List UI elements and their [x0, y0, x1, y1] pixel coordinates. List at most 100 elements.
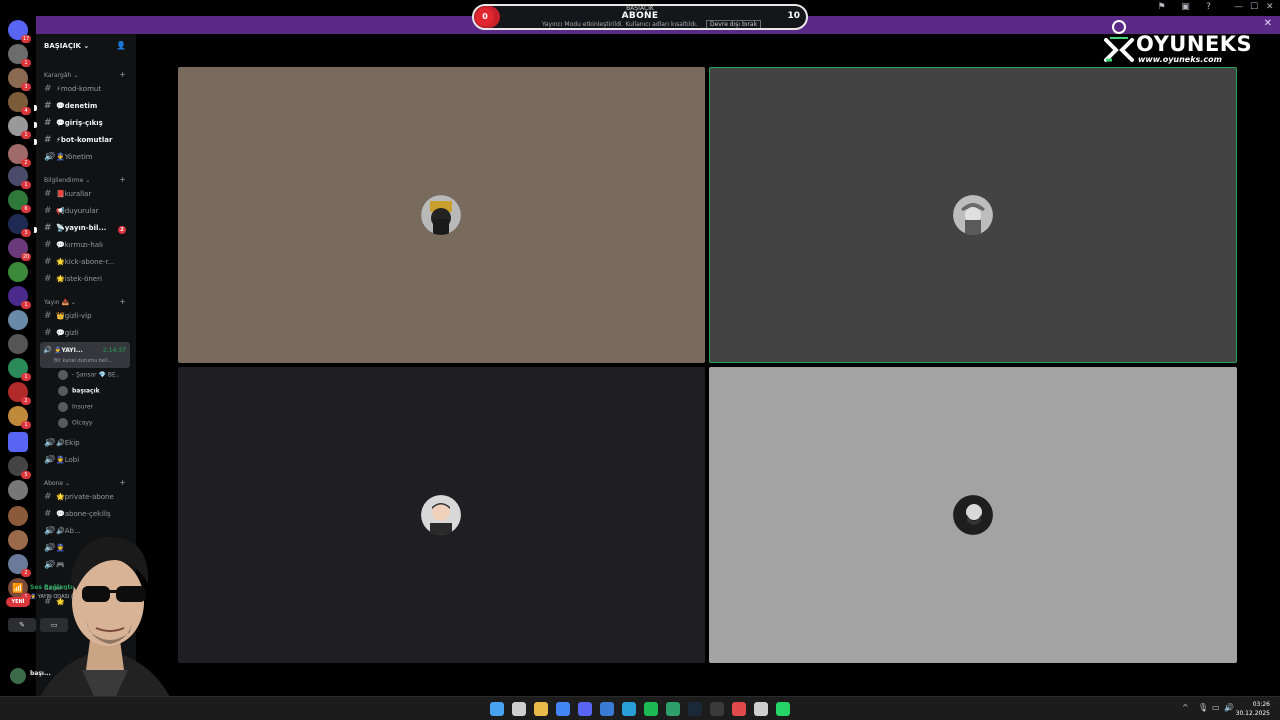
- server-title[interactable]: BAŞIAÇIK ⌄: [44, 42, 89, 50]
- category-abone[interactable]: Abone ⌄: [44, 480, 70, 487]
- app2-icon[interactable]: [666, 702, 680, 716]
- voice-user[interactable]: başıaçık: [58, 386, 100, 400]
- files-icon[interactable]: [534, 702, 548, 716]
- volume-icon[interactable]: 🔊: [1224, 703, 1234, 712]
- whatsapp-icon[interactable]: [776, 702, 790, 716]
- search-icon[interactable]: [512, 702, 526, 716]
- close-window-button[interactable]: ✕: [1266, 2, 1274, 12]
- server-icon[interactable]: 1: [8, 116, 31, 139]
- channel-item[interactable]: # 🌟kick-abone-r...: [44, 257, 132, 271]
- channel-item[interactable]: # ⚡bot-komutlar: [44, 135, 132, 149]
- text-channel-icon: #: [44, 509, 52, 519]
- windows-icon[interactable]: [490, 702, 504, 716]
- server-icon[interactable]: [8, 334, 28, 354]
- server-icon[interactable]: 6: [8, 190, 31, 213]
- channel-item[interactable]: # 📡yayın-bil... 2: [44, 223, 132, 237]
- streamer-caricature: [20, 520, 190, 720]
- disable-streamer-button[interactable]: Devre dışı bırak: [706, 20, 762, 28]
- microphone-icon[interactable]: 🎙: [1198, 703, 1208, 712]
- channel-item[interactable]: 🔊👮Lobi: [44, 455, 132, 469]
- category-bilgilendirme[interactable]: Bilgilendirme ⌄: [44, 177, 90, 184]
- server-icon[interactable]: 1: [8, 358, 31, 381]
- video-tile[interactable]: [709, 367, 1237, 663]
- mail-icon[interactable]: [754, 702, 768, 716]
- maximize-button[interactable]: ☐: [1250, 2, 1258, 12]
- network-icon[interactable]: ▭: [1212, 703, 1220, 712]
- channel-item[interactable]: # 📢duyurular: [44, 206, 132, 220]
- app3-icon[interactable]: [732, 702, 746, 716]
- video-tile[interactable]: [178, 67, 705, 363]
- voice-user-name: başıaçık: [72, 387, 100, 395]
- channel-item[interactable]: # 🌟istek-öneri: [44, 274, 132, 288]
- channel-item[interactable]: # 🌟private-abone: [44, 492, 132, 506]
- channel-item[interactable]: 🔊🔊Ekip: [44, 438, 132, 452]
- channel-item[interactable]: # 💬gizli: [44, 328, 132, 342]
- category-karargah[interactable]: Karargâh ⌄: [44, 72, 78, 79]
- unread-indicator: [34, 105, 37, 111]
- channel-item[interactable]: # ⚡mod-komut: [44, 84, 132, 98]
- system-clock[interactable]: 03:26 30.12.2025: [1236, 700, 1270, 718]
- channel-item[interactable]: # 💬giriş-çıkış: [44, 118, 132, 132]
- voice-user[interactable]: Insurer: [58, 402, 93, 416]
- unread-indicator: [34, 227, 37, 233]
- telegram-icon[interactable]: [622, 702, 636, 716]
- video-tile[interactable]: [178, 367, 705, 663]
- add-channel-icon[interactable]: +: [119, 175, 126, 184]
- server-icon[interactable]: 4: [8, 92, 31, 115]
- server-icon[interactable]: 1: [8, 406, 31, 429]
- voice-user[interactable]: Olcayy: [58, 418, 92, 432]
- screen-icon[interactable]: ▣: [1180, 2, 1191, 13]
- server-icon[interactable]: 3: [8, 68, 31, 91]
- add-channel-icon[interactable]: +: [119, 478, 126, 487]
- streamer-notice: Yayıncı Modu etkinleştirildi. Kullanıcı …: [542, 21, 698, 28]
- taskbar: ^ 🎙 ▭ 🔊 03:26 30.12.2025: [0, 696, 1280, 720]
- server-icon[interactable]: 3: [8, 214, 31, 237]
- avatar: [58, 370, 68, 380]
- category-yayin[interactable]: Yayın 📤 ⌄: [44, 299, 76, 306]
- tray-chevron-icon[interactable]: ^: [1182, 703, 1189, 712]
- voice-channel-timer: 2:14:37: [102, 347, 126, 354]
- server-icon[interactable]: [8, 480, 28, 500]
- server-icon[interactable]: 20: [8, 238, 31, 261]
- discord-icon[interactable]: [578, 702, 592, 716]
- text-channel-icon: #: [44, 257, 52, 267]
- channel-item[interactable]: # 📕kurallar: [44, 189, 132, 203]
- voice-user-name: - Şansar 💎 BE..: [72, 371, 120, 379]
- server-icon[interactable]: 1: [8, 44, 31, 67]
- voice-user[interactable]: - Şansar 💎 BE..: [58, 370, 120, 384]
- folder-icon[interactable]: [8, 432, 28, 452]
- channel-label: 🌟istek-öneri: [56, 275, 102, 283]
- help-icon[interactable]: ?: [1203, 2, 1214, 13]
- active-voice-channel[interactable]: 🔊 👮YAYI... 2:14:37 Bir kanal durumu beli…: [40, 342, 130, 368]
- channel-item[interactable]: # 💬kırmızı-halı: [44, 240, 132, 254]
- server-icon[interactable]: 1: [8, 166, 31, 189]
- app-icon[interactable]: [600, 702, 614, 716]
- add-channel-icon[interactable]: +: [119, 297, 126, 306]
- channel-item[interactable]: # 👑gizli-vip: [44, 311, 132, 325]
- add-channel-icon[interactable]: +: [119, 70, 126, 79]
- minimize-button[interactable]: —: [1234, 2, 1243, 12]
- channel-item[interactable]: # 💬denetim: [44, 101, 132, 115]
- avatar: [58, 386, 68, 396]
- channel-label: ⚡bot-komutlar: [56, 136, 113, 144]
- close-banner-icon[interactable]: ✕: [1264, 18, 1272, 29]
- invite-icon[interactable]: 👤: [116, 41, 126, 50]
- avatar: [953, 495, 993, 535]
- video-tile[interactable]: [709, 67, 1237, 363]
- server-icon[interactable]: [8, 310, 28, 330]
- spotify-icon[interactable]: [644, 702, 658, 716]
- obs-icon[interactable]: [710, 702, 724, 716]
- steam-icon[interactable]: [688, 702, 702, 716]
- server-icon[interactable]: [8, 262, 28, 282]
- channel-item[interactable]: 🔊👮Yönetim: [44, 152, 132, 166]
- avatar: [953, 195, 993, 235]
- server-icon[interactable]: 2: [8, 382, 31, 405]
- chrome-icon[interactable]: [556, 702, 570, 716]
- server-icon[interactable]: 2: [8, 144, 31, 167]
- channel-label: 💬denetim: [56, 102, 98, 110]
- text-channel-icon: #: [44, 118, 52, 128]
- inbox-icon[interactable]: ⚑: [1156, 2, 1167, 13]
- server-icon[interactable]: 5: [8, 456, 31, 479]
- server-icon[interactable]: 1: [8, 286, 31, 309]
- home-icon[interactable]: 17: [8, 20, 31, 43]
